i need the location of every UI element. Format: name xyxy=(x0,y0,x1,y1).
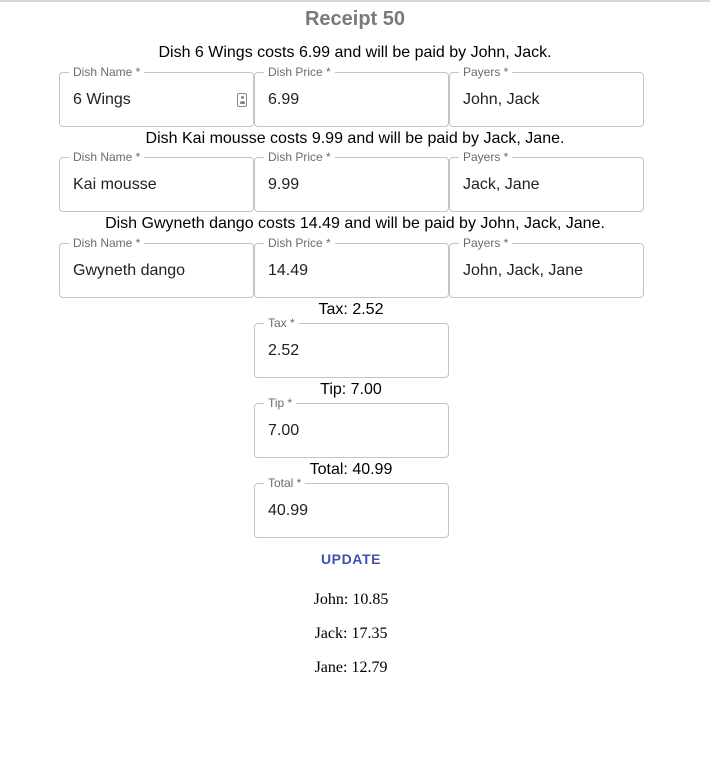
dish-price-field-2[interactable]: Dish Price * 9.99 xyxy=(254,150,449,212)
split-jack: Jack: 17.35 xyxy=(314,625,388,642)
payers-label: Payers * xyxy=(459,150,513,164)
payers-value[interactable]: Jack, Jane xyxy=(463,176,539,194)
payers-field-2[interactable]: Payers * Jack, Jane xyxy=(449,150,644,212)
dish-price-field-3[interactable]: Dish Price * 14.49 xyxy=(254,236,449,298)
dish-price-label: Dish Price * xyxy=(264,65,335,79)
tip-value[interactable]: 7.00 xyxy=(268,422,299,440)
tip-label: Tip * xyxy=(264,396,297,410)
window-top-border xyxy=(0,0,710,2)
tip-caption: Tip: 7.00 xyxy=(320,381,382,398)
payers-value[interactable]: John, Jack xyxy=(463,91,539,109)
split-john: John: 10.85 xyxy=(313,591,389,608)
dish-name-value[interactable]: Gwyneth dango xyxy=(73,262,185,280)
contact-card-icon[interactable] xyxy=(237,93,247,107)
split-jane: Jane: 12.79 xyxy=(314,659,388,676)
tax-label: Tax * xyxy=(264,316,299,330)
tax-caption: Tax: 2.52 xyxy=(318,301,384,318)
dish-name-field-2[interactable]: Dish Name * Kai mousse xyxy=(59,150,254,212)
dish-price-label: Dish Price * xyxy=(264,150,335,164)
total-value[interactable]: 40.99 xyxy=(268,502,308,520)
dish-summary-1: Dish 6 Wings costs 6.99 and will be paid… xyxy=(158,44,552,61)
dish-name-value[interactable]: Kai mousse xyxy=(73,176,157,194)
tax-field[interactable]: Tax * 2.52 xyxy=(254,316,449,378)
dish-name-field-3[interactable]: Dish Name * Gwyneth dango xyxy=(59,236,254,298)
dish-price-label: Dish Price * xyxy=(264,236,335,250)
dish-summary-2: Dish Kai mousse costs 9.99 and will be p… xyxy=(145,130,565,147)
total-field[interactable]: Total * 40.99 xyxy=(254,476,449,538)
page-title: Receipt 50 xyxy=(304,8,406,30)
payers-value[interactable]: John, Jack, Jane xyxy=(463,262,583,280)
tax-value[interactable]: 2.52 xyxy=(268,342,299,360)
dish-price-value[interactable]: 6.99 xyxy=(268,91,299,109)
payers-field-3[interactable]: Payers * John, Jack, Jane xyxy=(449,236,644,298)
dish-price-field-1[interactable]: Dish Price * 6.99 xyxy=(254,65,449,127)
payers-label: Payers * xyxy=(459,236,513,250)
total-label: Total * xyxy=(264,476,306,490)
dish-price-value[interactable]: 9.99 xyxy=(268,176,299,194)
payers-label: Payers * xyxy=(459,65,513,79)
dish-name-label: Dish Name * xyxy=(69,150,145,164)
tip-field[interactable]: Tip * 7.00 xyxy=(254,396,449,458)
dish-summary-3: Dish Gwyneth dango costs 14.49 and will … xyxy=(105,215,605,232)
update-button[interactable]: UPDATE xyxy=(305,545,397,571)
dish-price-value[interactable]: 14.49 xyxy=(268,262,308,280)
dish-name-label: Dish Name * xyxy=(69,65,145,79)
payers-field-1[interactable]: Payers * John, Jack xyxy=(449,65,644,127)
dish-name-field-1[interactable]: Dish Name * 6 Wings xyxy=(59,65,254,127)
dish-name-value[interactable]: 6 Wings xyxy=(73,91,131,109)
dish-name-label: Dish Name * xyxy=(69,236,145,250)
total-caption: Total: 40.99 xyxy=(309,461,393,478)
